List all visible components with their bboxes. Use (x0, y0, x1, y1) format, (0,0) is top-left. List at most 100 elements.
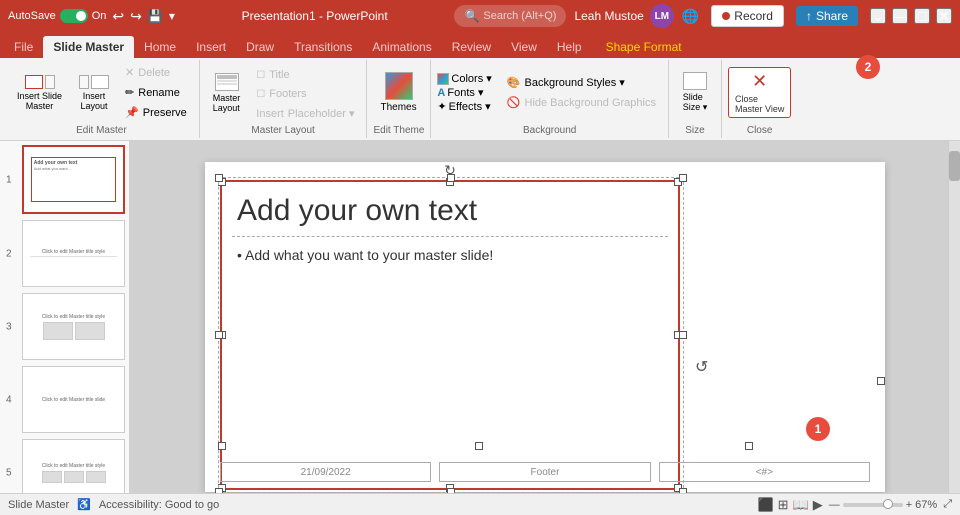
slide-canvas[interactable]: ↻ Add your own text • Add what you want … (205, 162, 885, 492)
close-master-view-button[interactable]: ✕ CloseMaster View (728, 67, 791, 118)
search-bar[interactable]: 🔍 Search (Alt+Q) (454, 5, 566, 27)
far-bottom-handle-3[interactable] (745, 442, 753, 450)
effects-row: ✦ Effects ▾ (437, 100, 491, 113)
close-group-label: Close (728, 123, 791, 136)
far-bottom-handle-1[interactable] (218, 442, 226, 450)
tab-home[interactable]: Home (134, 36, 186, 58)
delete-button[interactable]: ✕ Delete (119, 63, 193, 82)
save-icon[interactable]: 💾 (148, 9, 163, 23)
tab-view[interactable]: View (501, 36, 547, 58)
handle-bottom-left[interactable] (218, 484, 226, 492)
insert-slide-master-button[interactable]: Insert SlideMaster (10, 71, 69, 115)
slide-thumb-3[interactable]: Click to edit Master title style (22, 293, 125, 360)
collapse-ribbon-button[interactable]: ⌄ (870, 8, 886, 24)
share-button[interactable]: ↑ Share (796, 6, 858, 26)
hide-background-btn[interactable]: 🚫 Hide Background Graphics (501, 93, 662, 112)
autosave-toggle[interactable] (60, 9, 88, 23)
colors-row: Colors ▾ (437, 72, 491, 85)
undo-icon[interactable]: ↩ (112, 8, 124, 25)
slideshow-icon[interactable]: ▶ (813, 497, 823, 513)
close-button[interactable]: ✕ (936, 8, 952, 24)
fonts-label[interactable]: Fonts ▾ (447, 86, 483, 99)
tab-animations[interactable]: Animations (362, 36, 441, 58)
tab-help[interactable]: Help (547, 36, 592, 58)
rename-label: Rename (138, 87, 180, 99)
vertical-scrollbar[interactable] (948, 141, 960, 493)
footer-page[interactable]: <#> (659, 462, 870, 482)
zoom-in-icon[interactable]: + (906, 499, 912, 511)
tab-slide-master[interactable]: Slide Master (43, 36, 134, 58)
status-left: Slide Master ♿ Accessibility: Good to go (8, 498, 219, 511)
slide-body[interactable]: • Add what you want to your master slide… (222, 239, 678, 271)
tab-insert[interactable]: Insert (186, 36, 236, 58)
fit-icon[interactable]: ⤢ (943, 498, 952, 511)
scrollbar-thumb[interactable] (949, 151, 960, 181)
thumb-5-img2 (64, 471, 84, 483)
themes-button[interactable]: Themes (373, 68, 423, 117)
slide-title[interactable]: Add your own text (222, 182, 678, 234)
edit-theme-controls: Themes (373, 62, 423, 123)
hide-bg-icon: 🚫 (507, 96, 521, 109)
footers-check[interactable]: ☐ Footers (250, 85, 360, 103)
footer-text[interactable]: Footer (439, 462, 650, 482)
slide-thumb-4[interactable]: Click to edit Master title slide (22, 366, 125, 433)
handle-top-middle[interactable] (446, 178, 454, 186)
slide-thumb-inner-1: Add your own text Add what you want... (24, 147, 123, 212)
far-right-handle[interactable] (877, 377, 885, 385)
thumb-5-text: Click to edit Master title style (42, 463, 105, 469)
handle-top-left[interactable] (218, 178, 226, 186)
insert-layout-button[interactable]: InsertLayout (72, 71, 116, 115)
tab-draw[interactable]: Draw (236, 36, 284, 58)
handle-top-right[interactable] (674, 178, 682, 186)
tab-transitions[interactable]: Transitions (284, 36, 362, 58)
tab-shape-format[interactable]: Shape Format (596, 36, 692, 58)
background-group-label: Background (437, 123, 662, 136)
minimize-button[interactable]: — (892, 8, 908, 24)
title-check[interactable]: ☐ Title (250, 66, 360, 84)
slide-thumb-inner-3: Click to edit Master title style (23, 294, 124, 359)
autosave-state: On (92, 10, 107, 22)
handle-middle-left[interactable] (218, 331, 226, 339)
redo-icon[interactable]: ↪ (130, 8, 142, 25)
reading-view-icon[interactable]: 📖 (793, 497, 809, 513)
master-layout-button[interactable]: MasterLayout (206, 69, 248, 117)
thumb-4-text: Click to edit Master title slide (42, 397, 105, 403)
size-group-label: Size (675, 123, 715, 136)
footer-date[interactable]: 21/09/2022 (220, 462, 431, 482)
preserve-icon: 📌 (125, 106, 139, 119)
background-styles-btn[interactable]: 🎨 Background Styles ▾ (501, 73, 662, 92)
main-content-box[interactable]: ↻ Add your own text • Add what you want … (220, 180, 680, 490)
annotation-2-text: 2 (865, 60, 872, 74)
slide-thumb-1[interactable]: Add your own text Add what you want... (22, 145, 125, 214)
handle-middle-right[interactable] (674, 331, 682, 339)
slide-sorter-icon[interactable]: ⊞ (778, 497, 789, 513)
record-button[interactable]: Record (711, 5, 784, 27)
search-icon: 🔍 (464, 9, 479, 23)
far-bottom-handle-2[interactable] (475, 442, 483, 450)
maximize-button[interactable]: □ (914, 8, 930, 24)
slide-thumb-2[interactable]: Click to edit Master title style (22, 220, 125, 287)
tab-file[interactable]: File (4, 36, 43, 58)
normal-view-icon[interactable]: ⬛ (757, 497, 773, 513)
zoom-out-icon[interactable]: — (829, 499, 840, 511)
rename-button[interactable]: ✏ Rename (119, 83, 193, 102)
close-master-view-label: CloseMaster View (735, 94, 784, 114)
handle-bottom-right[interactable] (674, 484, 682, 492)
more-icon[interactable]: ▾ (169, 9, 175, 23)
autosave-toggle-dot (76, 11, 86, 21)
share-label: Share (816, 9, 848, 23)
handle-bottom-middle[interactable] (446, 484, 454, 492)
slide-size-button[interactable]: SlideSize ▾ (675, 68, 715, 117)
ribbon-group-edit-theme: Themes Edit Theme (367, 60, 431, 138)
preserve-button[interactable]: 📌 Preserve (119, 103, 193, 122)
slide-num-4: 4 (6, 394, 12, 405)
colors-label[interactable]: Colors ▾ (451, 72, 491, 85)
edit-master-controls: Insert SlideMaster InsertLayout ✕ Delete… (10, 62, 193, 123)
zoom-track[interactable] (843, 503, 903, 507)
effects-label[interactable]: Effects ▾ (449, 100, 491, 113)
insert-placeholder-btn[interactable]: Insert Placeholder ▾ (250, 104, 360, 123)
rotate-handle[interactable]: ↻ (444, 162, 456, 179)
slide-thumb-5[interactable]: Click to edit Master title style (22, 439, 125, 493)
zoom-thumb[interactable] (883, 499, 893, 509)
tab-review[interactable]: Review (442, 36, 501, 58)
